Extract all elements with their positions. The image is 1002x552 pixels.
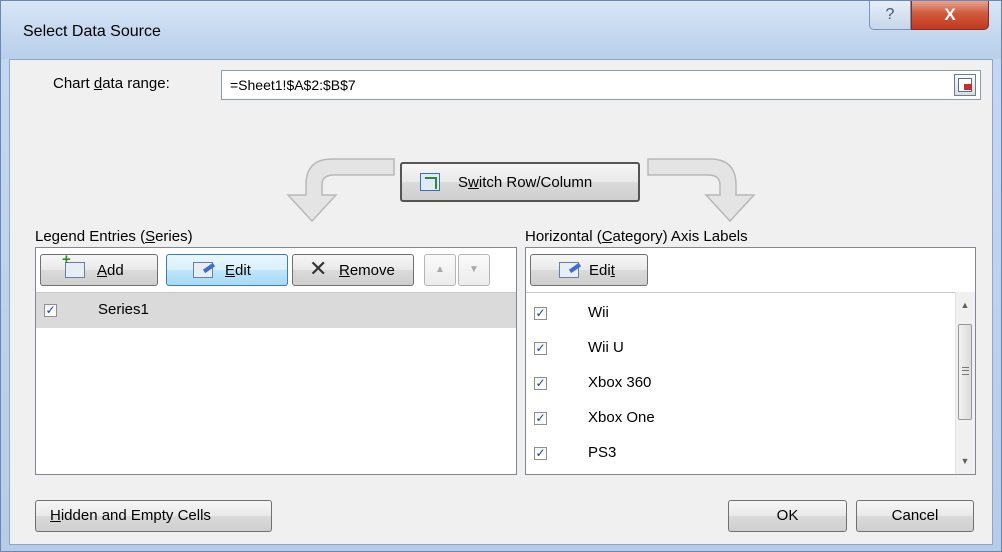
axis-label-row[interactable]: ✓ PS3 — [526, 438, 975, 473]
axis-label-row[interactable]: ✓ Xbox One — [526, 403, 975, 438]
legend-entries-panel: Add Edit ✕ Remove ▲ ▼ ✓ Series1 — [35, 247, 517, 475]
collapse-dialog-button[interactable] — [954, 74, 976, 96]
axis-label-text: Xbox One — [588, 409, 655, 426]
chart-data-range-label: Chart data range: — [53, 75, 170, 92]
dialog-body: Chart data range: =Sheet1!$A$2:$B$7 Swit… — [9, 59, 993, 545]
axis-toolbar: Edit — [526, 248, 975, 293]
title-bar: Select Data Source ? X — [1, 1, 1001, 59]
scroll-down-icon[interactable]: ▼ — [956, 452, 974, 470]
edit-series-button[interactable]: Edit — [166, 254, 288, 286]
select-data-source-dialog: Select Data Source ? X Chart data range:… — [0, 0, 1002, 552]
chart-data-range-input[interactable]: =Sheet1!$A$2:$B$7 — [221, 70, 981, 100]
remove-icon: ✕ — [309, 256, 328, 281]
switch-right-arrow-icon — [647, 158, 756, 223]
scroll-thumb[interactable] — [958, 324, 972, 420]
move-down-button[interactable]: ▼ — [458, 254, 490, 286]
edit-axis-labels-button[interactable]: Edit — [530, 254, 648, 286]
hidden-empty-cells-button[interactable]: Hidden and Empty Cells — [35, 500, 272, 532]
axis-labels-panel: Edit ✓ Wii ✓ Wii U ✓ Xbox 360 ✓ Xbox One… — [525, 247, 976, 475]
add-icon — [62, 251, 85, 278]
cancel-button[interactable]: Cancel — [856, 500, 974, 532]
axis-labels-label: Horizontal (Category) Axis Labels — [525, 228, 748, 245]
axis-label-text: Xbox 360 — [588, 374, 652, 391]
dialog-title: Select Data Source — [23, 23, 161, 40]
legend-toolbar: Add Edit ✕ Remove ▲ ▼ — [36, 248, 516, 293]
legend-entries-label: Legend Entries (Series) — [35, 228, 193, 245]
switch-row-column-button[interactable]: Switch Row/Column — [400, 162, 640, 202]
series-name: Series1 — [98, 301, 149, 318]
axis-label-checkbox[interactable]: ✓ — [534, 447, 547, 460]
axis-label-row[interactable]: ✓ Wii — [526, 298, 975, 333]
axis-label-row[interactable]: ✓ Xbox 360 — [526, 368, 975, 403]
scroll-up-icon[interactable]: ▲ — [956, 296, 974, 314]
axis-label-checkbox[interactable]: ✓ — [534, 307, 547, 320]
move-up-button[interactable]: ▲ — [424, 254, 456, 286]
axis-label-text: Wii — [588, 304, 609, 321]
switch-left-arrow-icon — [286, 158, 395, 223]
help-button[interactable]: ? — [869, 1, 911, 30]
grip-icon — [962, 367, 969, 375]
edit-icon — [559, 262, 579, 278]
axis-label-row[interactable]: ✓ Wii U — [526, 333, 975, 368]
add-series-button[interactable]: Add — [40, 251, 158, 286]
edit-icon — [193, 262, 213, 278]
axis-label-text: Wii U — [588, 339, 624, 356]
axis-label-checkbox[interactable]: ✓ — [534, 412, 547, 425]
axis-label-text: PS3 — [588, 444, 617, 461]
close-button[interactable]: X — [911, 1, 989, 30]
arrow-up-icon: ▲ — [435, 264, 445, 275]
axis-label-checkbox[interactable]: ✓ — [534, 377, 547, 390]
series-row[interactable]: ✓ Series1 — [36, 293, 516, 328]
close-icon: X — [944, 5, 956, 24]
switch-row-column-icon — [420, 173, 440, 191]
axis-labels-scrollbar[interactable]: ▲ ▼ — [955, 292, 975, 474]
axis-label-checkbox[interactable]: ✓ — [534, 342, 547, 355]
arrow-down-icon: ▼ — [469, 264, 479, 275]
ok-button[interactable]: OK — [728, 500, 847, 532]
series-checkbox[interactable]: ✓ — [44, 304, 57, 317]
remove-series-button[interactable]: ✕ Remove — [292, 254, 414, 286]
chart-data-range-value: =Sheet1!$A$2:$B$7 — [230, 77, 356, 93]
help-icon: ? — [885, 6, 895, 23]
